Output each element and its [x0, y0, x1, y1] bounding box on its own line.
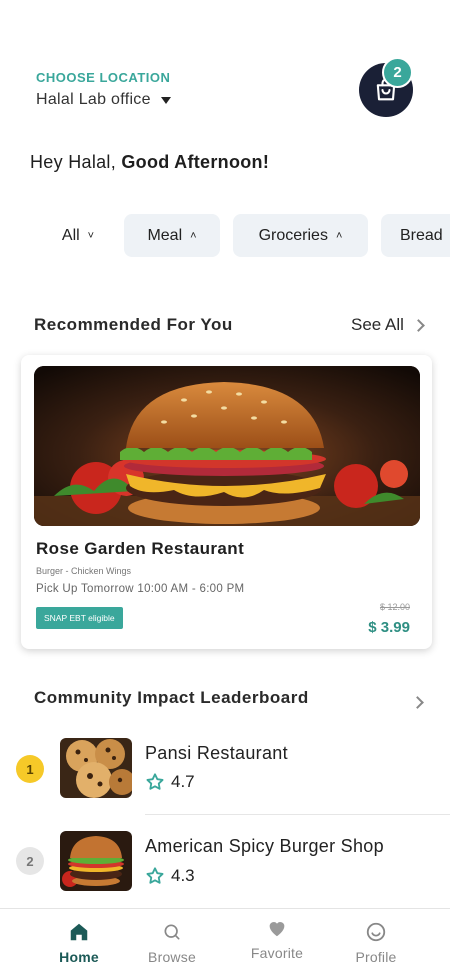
- filter-chip-groceries[interactable]: Groceries ˄: [233, 214, 368, 257]
- greeting-emphasis: Good Afternoon!: [121, 152, 270, 172]
- restaurant-tags: Burger - Chicken Wings: [36, 566, 132, 576]
- leaderboard-restaurant-name: American Spicy Burger Shop: [145, 836, 384, 856]
- filter-chip-label: Meal: [147, 226, 183, 244]
- bottom-tab-bar: Home Browse Favorite Profile: [0, 908, 450, 975]
- caret-down-icon: [160, 96, 171, 104]
- rank-badge: 1: [16, 755, 44, 783]
- star-icon: [146, 773, 164, 790]
- location-label: CHOOSE LOCATION: [36, 70, 171, 85]
- burger-thumbnail: [60, 831, 132, 891]
- rank-badge: 2: [16, 847, 44, 875]
- smiley-icon: [366, 922, 386, 942]
- chevron-right-icon: [411, 696, 424, 709]
- restaurant-name: Rose Garden Restaurant: [36, 539, 245, 558]
- greeting: Hey Halal, Good Afternoon!: [30, 152, 269, 173]
- filter-chip-all[interactable]: All ˅: [36, 214, 120, 257]
- location-selector[interactable]: CHOOSE LOCATION Halal Lab office: [36, 70, 171, 109]
- category-filters: All ˅ Meal ˄ Groceries ˄ Bread: [0, 214, 450, 257]
- star-icon: [146, 867, 164, 884]
- location-value: Halal Lab office: [36, 91, 151, 108]
- tab-label: Favorite: [250, 945, 304, 961]
- tab-favorite[interactable]: Favorite: [232, 917, 322, 961]
- snap-ebt-badge: SNAP EBT eligible: [36, 607, 123, 629]
- filter-chip-label: All: [61, 226, 80, 244]
- pickup-time: Pick Up Tomorrow 10:00 AM - 6:00 PM: [36, 583, 245, 595]
- see-all-link[interactable]: See All: [351, 315, 425, 335]
- discount-price: $ 3.99: [368, 619, 410, 636]
- chevron-right-icon: [412, 318, 425, 332]
- tab-label: Home: [59, 949, 99, 965]
- chevron-up-icon: ˄: [335, 229, 343, 242]
- rating-value: 4.3: [171, 866, 195, 885]
- filter-chip-bread[interactable]: Bread: [381, 214, 450, 257]
- location-dropdown[interactable]: Halal Lab office: [36, 91, 171, 109]
- original-price: $ 12.00: [379, 602, 410, 612]
- rating: 4.3: [145, 866, 195, 886]
- search-icon: [164, 924, 180, 940]
- home-icon: [70, 923, 88, 941]
- leaderboard-item[interactable]: 1 Pansi Restaurant 4.7: [0, 736, 450, 806]
- chevron-up-icon: ˄: [190, 229, 197, 242]
- greeting-prefix: Hey Halal,: [30, 152, 122, 172]
- tab-label: Profile: [355, 949, 397, 965]
- tab-home[interactable]: Home: [34, 921, 124, 965]
- rating: 4.7: [145, 772, 195, 792]
- divider: [145, 814, 450, 815]
- filter-chip-label: Bread: [400, 226, 443, 244]
- see-all-label: See All: [351, 315, 404, 334]
- leaderboard-item[interactable]: 2 American Spicy Burger Shop 4.3: [0, 829, 450, 899]
- burger-image: [34, 366, 420, 526]
- tab-profile[interactable]: Profile: [331, 921, 421, 965]
- heart-icon: [269, 922, 285, 937]
- leaderboard-open-button[interactable]: [411, 694, 424, 712]
- restaurant-card[interactable]: Rose Garden Restaurant Burger - Chicken …: [21, 355, 432, 649]
- tab-browse[interactable]: Browse: [127, 921, 217, 965]
- leaderboard-restaurant-name: Pansi Restaurant: [145, 743, 288, 763]
- rating-value: 4.7: [171, 772, 195, 791]
- cart-count-badge: 2: [382, 57, 413, 88]
- cookies-image: [60, 738, 132, 798]
- chevron-down-icon: ˅: [87, 229, 95, 242]
- filter-chip-meal[interactable]: Meal ˄: [124, 214, 220, 257]
- leaderboard-title: Community Impact Leaderboard: [34, 688, 309, 707]
- recommended-title: Recommended For You: [34, 315, 233, 334]
- tab-label: Browse: [148, 949, 196, 965]
- filter-chip-label: Groceries: [258, 226, 328, 244]
